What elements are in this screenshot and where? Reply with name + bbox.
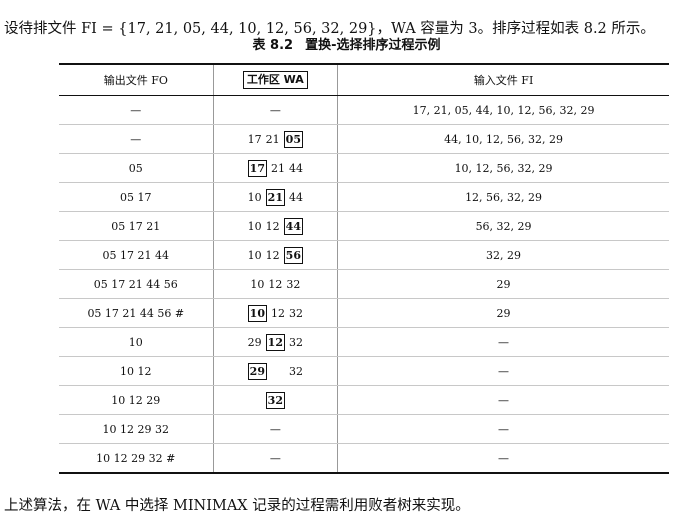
cell-input-file: 10, 12, 56, 32, 29 — [337, 153, 669, 183]
cell-work-area: 17 21 05 — [213, 124, 339, 154]
work-area-key: 32 — [288, 364, 303, 378]
work-area-key: 10 — [247, 190, 262, 204]
work-area-key: 10 — [247, 219, 262, 233]
table-row: 05 17 10 21 44 12, 56, 32, 29 — [59, 182, 669, 212]
cell-work-area: — — [213, 443, 339, 474]
work-area-key: 21 — [270, 161, 285, 175]
work-area-key: 32 — [286, 277, 301, 291]
work-area-key: 12 — [270, 306, 285, 320]
work-area-key: 12 — [265, 248, 280, 262]
cell-work-area: 10 21 44 — [213, 182, 339, 212]
cell-input-file: — — [337, 327, 669, 357]
cell-input-file: — — [337, 443, 669, 474]
table-row: — — 17, 21, 05, 44, 10, 12, 56, 32, 29 — [59, 95, 669, 125]
work-area-key: 10 — [247, 248, 262, 262]
cell-input-file: — — [337, 414, 669, 444]
table-header-row: 输出文件 FO 工作区 WA 输入文件 FI — [59, 63, 669, 96]
cell-output-file: 05 — [59, 153, 214, 183]
work-area-key: 29 — [247, 335, 262, 349]
cell-input-file: 17, 21, 05, 44, 10, 12, 56, 32, 29 — [337, 95, 669, 125]
work-area-key: 12 — [265, 219, 280, 233]
cell-input-file: — — [337, 385, 669, 415]
table-row: 05 17 21 44 56 #10 12 32 29 — [59, 298, 669, 328]
selected-key: 21 — [265, 188, 285, 206]
cell-work-area: 10 12 56 — [213, 240, 339, 270]
header-work-area-label: 工作区 WA — [242, 71, 308, 89]
table-row: 10 12 29 32 # — — — [59, 443, 669, 474]
outro-paragraph: 上述算法，在 WA 中选择 MINIMAX 记录的过程需利用败者树来实现。 — [4, 497, 470, 514]
cell-work-area: — — [213, 95, 339, 125]
selected-key: 10 — [247, 304, 267, 322]
selected-key: 12 — [265, 333, 285, 351]
work-area-key: 44 — [288, 190, 303, 204]
table-row: 05 17 21 44 10 12 56 32, 29 — [59, 240, 669, 270]
cell-output-file: 05 17 — [59, 182, 214, 212]
work-area-key: — — [269, 103, 281, 117]
header-work-area: 工作区 WA — [213, 63, 339, 96]
table-row: 10 29 12 32— — [59, 327, 669, 357]
cell-work-area: 32 — [213, 385, 339, 415]
table-caption-number: 表 8.2 — [252, 38, 294, 53]
cell-input-file: 29 — [337, 269, 669, 299]
table-row: 05 17 21 44 56 10 12 32 29 — [59, 269, 669, 299]
table-row: 10 12 29 32 — — [59, 356, 669, 386]
cell-output-file: 10 12 29 — [59, 385, 214, 415]
cell-work-area: 17 21 44 — [213, 153, 339, 183]
header-output-file: 输出文件 FO — [59, 63, 214, 96]
cell-output-file: 10 12 — [59, 356, 214, 386]
table-row: 10 12 29 32 — — — [59, 414, 669, 444]
cell-output-file: 05 17 21 44 — [59, 240, 214, 270]
table-row: —17 21 05 44, 10, 12, 56, 32, 29 — [59, 124, 669, 154]
cell-output-file: 10 — [59, 327, 214, 357]
table-row: 05 17 21 44 10, 12, 56, 32, 29 — [59, 153, 669, 183]
table-caption: 表 8.2 置换-选择排序过程示例 — [0, 37, 693, 55]
cell-work-area: 10 12 44 — [213, 211, 339, 241]
cell-output-file: 10 12 29 32 — [59, 414, 214, 444]
cell-work-area: 10 12 32 — [213, 298, 339, 328]
replacement-selection-table: 输出文件 FO 工作区 WA 输入文件 FI — —17, 21, 05, 44,… — [59, 63, 669, 474]
cell-output-file: — — [59, 124, 214, 154]
work-area-key: 32 — [288, 335, 303, 349]
table-body: — —17, 21, 05, 44, 10, 12, 56, 32, 29—17 2… — [59, 95, 669, 474]
cell-output-file: 05 17 21 44 56 # — [59, 298, 214, 328]
cell-input-file: — — [337, 356, 669, 386]
table-caption-title: 置换-选择排序过程示例 — [305, 38, 441, 53]
work-area-key: 17 — [247, 132, 262, 146]
cell-work-area: 10 12 32 — [213, 269, 339, 299]
selected-key: 29 — [247, 362, 267, 380]
work-area-key: 44 — [288, 161, 303, 175]
table-row: 05 17 21 10 12 44 56, 32, 29 — [59, 211, 669, 241]
work-area-key: 21 — [265, 132, 280, 146]
cell-output-file: — — [59, 95, 214, 125]
work-area-key: 12 — [268, 277, 283, 291]
selected-key: 56 — [283, 246, 303, 264]
selected-key: 44 — [283, 217, 303, 235]
work-area-key: 32 — [288, 306, 303, 320]
work-area-key: 10 — [250, 277, 265, 291]
header-input-file: 输入文件 FI — [337, 63, 669, 96]
selected-key: 17 — [247, 159, 267, 177]
cell-output-file: 05 17 21 44 56 — [59, 269, 214, 299]
work-area-key: — — [269, 451, 281, 465]
cell-work-area: — — [213, 414, 339, 444]
selected-key: 05 — [283, 130, 303, 148]
cell-output-file: 10 12 29 32 # — [59, 443, 214, 474]
cell-work-area: 29 12 32 — [213, 327, 339, 357]
selected-key: 32 — [265, 391, 285, 409]
cell-input-file: 12, 56, 32, 29 — [337, 182, 669, 212]
work-area-key: — — [269, 422, 281, 436]
cell-input-file: 44, 10, 12, 56, 32, 29 — [337, 124, 669, 154]
cell-work-area: 29 32 — [213, 356, 339, 386]
cell-input-file: 32, 29 — [337, 240, 669, 270]
cell-input-file: 56, 32, 29 — [337, 211, 669, 241]
cell-input-file: 29 — [337, 298, 669, 328]
table-row: 10 12 29 32 — — [59, 385, 669, 415]
cell-output-file: 05 17 21 — [59, 211, 214, 241]
